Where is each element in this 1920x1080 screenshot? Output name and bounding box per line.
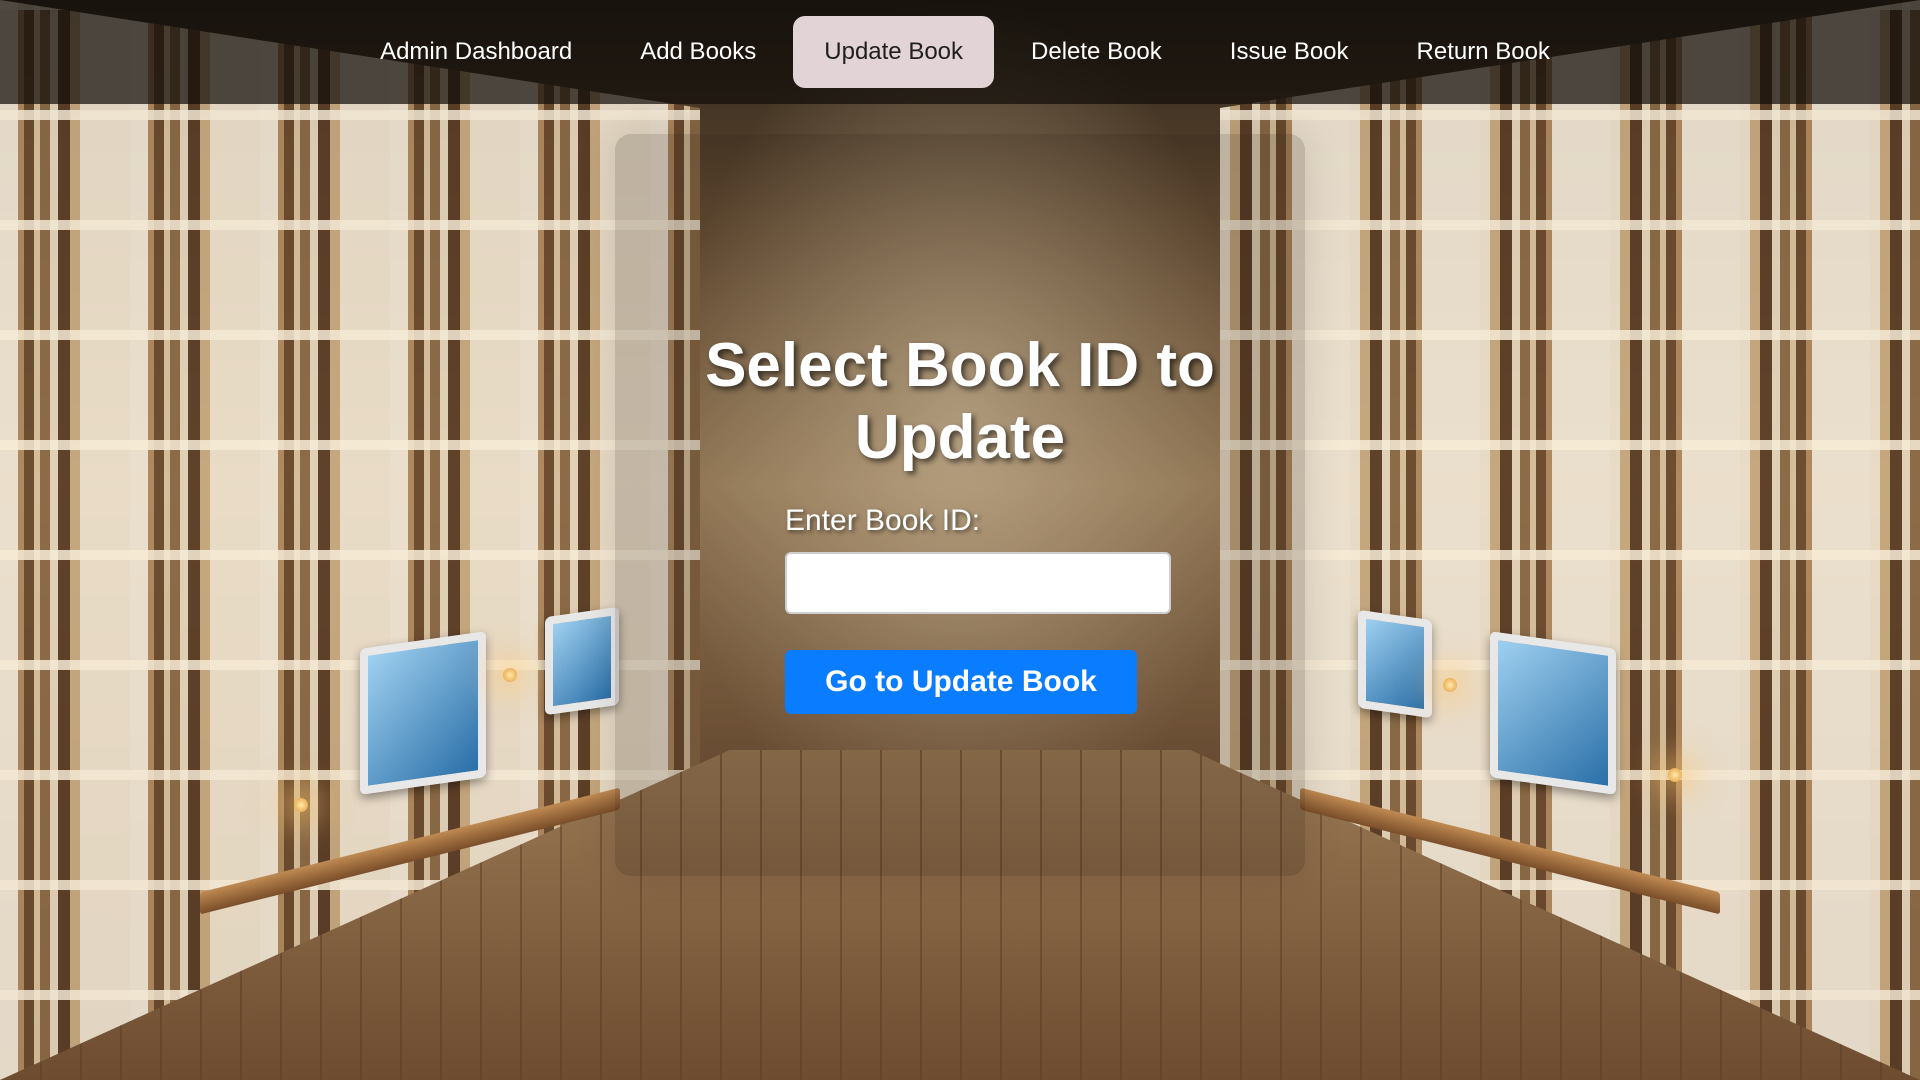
nav-item-delete-book[interactable]: Delete Book: [1000, 16, 1193, 88]
book-id-label: Enter Book ID:: [785, 504, 981, 537]
nav-item-issue-book[interactable]: Issue Book: [1199, 16, 1380, 88]
nav-item-admin-dashboard[interactable]: Admin Dashboard: [349, 16, 603, 88]
top-nav: Admin Dashboard Add Books Update Book De…: [0, 0, 1920, 104]
lamp-icon: [1668, 768, 1682, 782]
monitor-icon: [545, 606, 619, 716]
lamp-icon: [1443, 678, 1457, 692]
page: Admin Dashboard Add Books Update Book De…: [0, 0, 1920, 1080]
monitor-icon: [1490, 631, 1616, 795]
go-to-update-book-button[interactable]: Go to Update Book: [785, 650, 1137, 714]
nav-item-add-books[interactable]: Add Books: [609, 16, 787, 88]
nav-item-update-book[interactable]: Update Book: [793, 16, 995, 88]
nav-item-return-book[interactable]: Return Book: [1386, 16, 1581, 88]
lamp-icon: [294, 798, 308, 812]
monitor-icon: [360, 631, 486, 795]
lamp-icon: [503, 668, 517, 682]
page-title: Select Book ID to Update: [705, 331, 1215, 472]
book-id-input[interactable]: [785, 552, 1171, 614]
monitor-icon: [1358, 609, 1432, 719]
